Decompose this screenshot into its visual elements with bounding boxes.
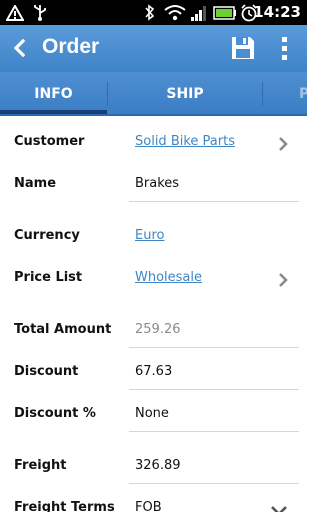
freight-terms-label: Freight Terms bbox=[14, 500, 115, 512]
name-row: Name Brakes bbox=[0, 164, 307, 206]
discount-row: Discount 67.63 bbox=[0, 352, 307, 394]
status-time: 14:23 bbox=[253, 3, 301, 21]
tab-selected-indicator bbox=[0, 110, 107, 114]
total-amount-row: Total Amount 259.26 bbox=[0, 310, 307, 352]
freight-field[interactable]: 326.89 bbox=[135, 458, 181, 473]
tab-bar: INFO SHIP P bbox=[0, 72, 309, 116]
discount-pct-label: Discount % bbox=[14, 406, 96, 421]
battery-icon bbox=[213, 4, 237, 21]
field-underline bbox=[129, 201, 299, 202]
chevron-down-icon[interactable] bbox=[270, 502, 288, 512]
discount-pct-row: Discount % None bbox=[0, 394, 307, 436]
name-label: Name bbox=[14, 176, 57, 191]
back-icon[interactable] bbox=[10, 38, 30, 58]
currency-label: Currency bbox=[14, 228, 80, 243]
chevron-right-icon[interactable] bbox=[278, 272, 288, 288]
action-bar: Order bbox=[0, 25, 307, 72]
field-underline bbox=[129, 483, 299, 484]
customer-row[interactable]: Customer Solid Bike Parts bbox=[0, 122, 307, 164]
tab-ship[interactable]: SHIP bbox=[108, 72, 262, 116]
customer-link[interactable]: Solid Bike Parts bbox=[135, 134, 235, 149]
price-list-row[interactable]: Price List Wholesale bbox=[0, 258, 307, 300]
signal-icon bbox=[190, 4, 208, 21]
total-amount-field: 259.26 bbox=[135, 322, 181, 337]
discount-pct-field[interactable]: None bbox=[135, 406, 169, 421]
tab-next[interactable]: P bbox=[263, 72, 320, 116]
usb-icon bbox=[32, 4, 48, 21]
name-field[interactable]: Brakes bbox=[135, 176, 179, 191]
freight-terms-row[interactable]: Freight Terms FOB bbox=[0, 488, 307, 512]
price-list-label: Price List bbox=[14, 270, 83, 285]
warning-icon bbox=[6, 4, 24, 21]
bluetooth-icon bbox=[143, 4, 155, 21]
overflow-menu-icon[interactable] bbox=[281, 36, 289, 62]
tab-next-label: P bbox=[299, 86, 310, 102]
freight-terms-select[interactable]: FOB bbox=[135, 500, 162, 512]
freight-row: Freight 326.89 bbox=[0, 446, 307, 488]
field-underline bbox=[129, 347, 299, 348]
save-icon[interactable] bbox=[231, 36, 255, 60]
tab-ship-label: SHIP bbox=[166, 86, 204, 102]
freight-label: Freight bbox=[14, 458, 67, 473]
currency-link[interactable]: Euro bbox=[135, 228, 164, 243]
field-underline bbox=[129, 431, 299, 432]
discount-label: Discount bbox=[14, 364, 79, 379]
tab-info-label: INFO bbox=[34, 86, 73, 102]
page-title: Order bbox=[42, 35, 100, 58]
customer-label: Customer bbox=[14, 134, 85, 149]
wifi-icon bbox=[164, 4, 186, 21]
discount-field[interactable]: 67.63 bbox=[135, 364, 172, 379]
field-underline bbox=[129, 389, 299, 390]
status-bar: 14:23 bbox=[0, 0, 307, 25]
currency-row[interactable]: Currency Euro bbox=[0, 216, 307, 258]
price-list-link[interactable]: Wholesale bbox=[135, 270, 202, 285]
chevron-right-icon[interactable] bbox=[278, 136, 288, 152]
total-amount-label: Total Amount bbox=[14, 322, 112, 337]
